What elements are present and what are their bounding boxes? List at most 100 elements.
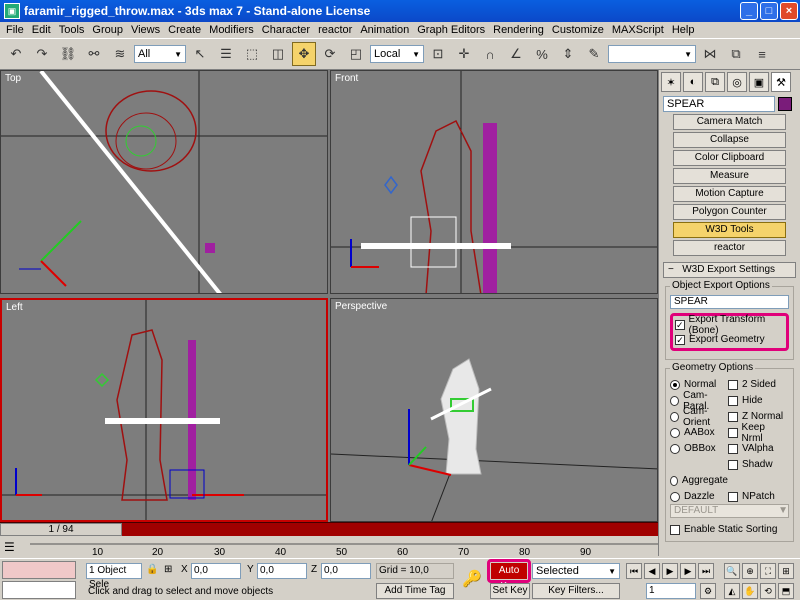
menu-help[interactable]: Help: [668, 24, 699, 36]
aabox-radio[interactable]: AABox: [670, 425, 728, 440]
hide-checkbox[interactable]: Hide: [728, 393, 786, 408]
utilities-tab-icon[interactable]: ⚒: [771, 72, 791, 92]
go-to-end-icon[interactable]: ⏭: [698, 563, 714, 579]
selection-filter-dropdown[interactable]: All ▼: [134, 45, 186, 63]
pivot-center-icon[interactable]: ⊡: [426, 42, 450, 66]
export-transform-checkbox[interactable]: ✓ Export Transform (Bone): [675, 314, 784, 336]
menu-character[interactable]: Character: [258, 24, 314, 36]
object-color-swatch[interactable]: [778, 97, 792, 111]
dazzle-radio[interactable]: Dazzle: [670, 489, 728, 504]
w3d-tools-button[interactable]: W3D Tools: [673, 222, 786, 238]
play-icon[interactable]: ▶: [662, 563, 678, 579]
select-object-icon[interactable]: ↖: [188, 42, 212, 66]
select-and-scale-icon[interactable]: ◰: [344, 42, 368, 66]
zoom-extents-all-icon[interactable]: ⊞: [778, 563, 794, 579]
menu-rendering[interactable]: Rendering: [489, 24, 548, 36]
align-icon[interactable]: ⧉: [724, 42, 748, 66]
key-mode-icon[interactable]: 🔑: [462, 569, 482, 589]
viewport-label-perspective[interactable]: Perspective: [335, 301, 387, 312]
open-mini-curve-editor-icon[interactable]: ☰: [4, 540, 15, 554]
time-slider-thumb[interactable]: 1 / 94: [0, 523, 122, 536]
select-by-name-icon[interactable]: ☰: [214, 42, 238, 66]
select-manipulate-icon[interactable]: ✛: [452, 42, 476, 66]
arc-rotate-icon[interactable]: ⟲: [760, 583, 776, 599]
pan-icon[interactable]: ✋: [742, 583, 758, 599]
close-button[interactable]: ×: [780, 2, 798, 20]
viewport-left[interactable]: Left: [0, 298, 328, 522]
menu-reactor[interactable]: reactor: [314, 24, 356, 36]
menu-customize[interactable]: Customize: [548, 24, 608, 36]
hierarchy-tab-icon[interactable]: ⧉: [705, 72, 725, 92]
auto-key-button[interactable]: Auto Key: [491, 563, 527, 592]
static-sorting-checkbox[interactable]: Enable Static Sorting: [670, 522, 789, 537]
menu-create[interactable]: Create: [164, 24, 205, 36]
menu-tools[interactable]: Tools: [55, 24, 89, 36]
menu-edit[interactable]: Edit: [28, 24, 55, 36]
menu-maxscript[interactable]: MAXScript: [608, 24, 668, 36]
snaps-toggle-icon[interactable]: ∩: [478, 42, 502, 66]
zoom-all-icon[interactable]: ⊕: [742, 563, 758, 579]
two-sided-checkbox[interactable]: 2 Sided: [728, 377, 786, 392]
aggregate-radio[interactable]: Aggregate: [670, 473, 728, 488]
viewport-label-front[interactable]: Front: [335, 73, 358, 84]
edit-named-selection-icon[interactable]: ✎: [582, 42, 606, 66]
key-filters-button[interactable]: Key Filters...: [532, 583, 620, 599]
time-configuration-icon[interactable]: ⚙: [700, 583, 716, 599]
percent-snap-icon[interactable]: %: [530, 42, 554, 66]
minimize-button[interactable]: _: [740, 2, 758, 20]
rect-selection-region-icon[interactable]: ⬚: [240, 42, 264, 66]
link-icon[interactable]: ⛓: [56, 42, 80, 66]
viewport-perspective[interactable]: Perspective: [330, 298, 658, 522]
menu-views[interactable]: Views: [127, 24, 164, 36]
absolute-mode-icon[interactable]: ⊞: [164, 564, 172, 575]
unlink-icon[interactable]: ⚯: [82, 42, 106, 66]
valpha-checkbox[interactable]: VAlpha: [728, 441, 786, 456]
named-selection-sets-dropdown[interactable]: ▼: [608, 45, 696, 63]
field-of-view-icon[interactable]: ◭: [724, 583, 740, 599]
z-coordinate-field[interactable]: 0,0: [321, 563, 371, 579]
maxscript-listener-mini[interactable]: [2, 561, 76, 579]
lock-selection-icon[interactable]: 🔒: [146, 564, 158, 575]
motion-capture-button[interactable]: Motion Capture: [673, 186, 786, 202]
menu-group[interactable]: Group: [88, 24, 127, 36]
obbox-radio[interactable]: OBBox: [670, 441, 728, 456]
redo-icon[interactable]: ↷: [30, 42, 54, 66]
viewport-label-top[interactable]: Top: [5, 73, 21, 84]
measure-button[interactable]: Measure: [673, 168, 786, 184]
bind-space-warp-icon[interactable]: ≋: [108, 42, 132, 66]
color-clipboard-button[interactable]: Color Clipboard: [673, 150, 786, 166]
shadow-checkbox[interactable]: Shadw: [728, 457, 786, 472]
cam-orient-radio[interactable]: Cam-Orient: [670, 406, 728, 428]
set-key-button[interactable]: Set Key: [490, 583, 530, 599]
next-frame-icon[interactable]: ▶: [680, 563, 696, 579]
export-object-name-field[interactable]: SPEAR: [670, 295, 789, 309]
menu-graph-editors[interactable]: Graph Editors: [413, 24, 489, 36]
y-coordinate-field[interactable]: 0,0: [257, 563, 307, 579]
time-slider[interactable]: 1 / 94: [0, 522, 658, 536]
menu-modifiers[interactable]: Modifiers: [205, 24, 258, 36]
previous-frame-icon[interactable]: ◀: [644, 563, 660, 579]
spinner-snap-icon[interactable]: ⇕: [556, 42, 580, 66]
angle-snap-icon[interactable]: ∠: [504, 42, 528, 66]
viewport-label-left[interactable]: Left: [6, 302, 23, 313]
select-and-move-icon[interactable]: ✥: [292, 42, 316, 66]
viewport-front[interactable]: Front: [330, 70, 658, 294]
create-tab-icon[interactable]: ✶: [661, 72, 681, 92]
motion-tab-icon[interactable]: ◎: [727, 72, 747, 92]
camera-match-button[interactable]: Camera Match: [673, 114, 786, 130]
keep-normal-checkbox[interactable]: Keep Nrml: [728, 422, 786, 444]
x-coordinate-field[interactable]: 0,0: [191, 563, 241, 579]
layer-manager-icon[interactable]: ≡: [750, 42, 774, 66]
w3d-export-settings-rollout[interactable]: − W3D Export Settings: [663, 262, 796, 278]
window-crossing-icon[interactable]: ◫: [266, 42, 290, 66]
modify-tab-icon[interactable]: ◐: [683, 72, 703, 92]
reference-coordinate-dropdown[interactable]: Local ▼: [370, 45, 424, 63]
viewport-top[interactable]: Top: [0, 70, 328, 294]
maxscript-input-mini[interactable]: [2, 581, 76, 599]
go-to-start-icon[interactable]: ⏮: [626, 563, 642, 579]
maximize-viewport-icon[interactable]: ⬒: [778, 583, 794, 599]
key-mode-dropdown[interactable]: Selected ▼: [532, 563, 620, 579]
menu-animation[interactable]: Animation: [356, 24, 413, 36]
add-time-tag-button[interactable]: Add Time Tag: [376, 583, 454, 599]
dazzle-type-dropdown[interactable]: DEFAULT ▼: [670, 504, 789, 518]
